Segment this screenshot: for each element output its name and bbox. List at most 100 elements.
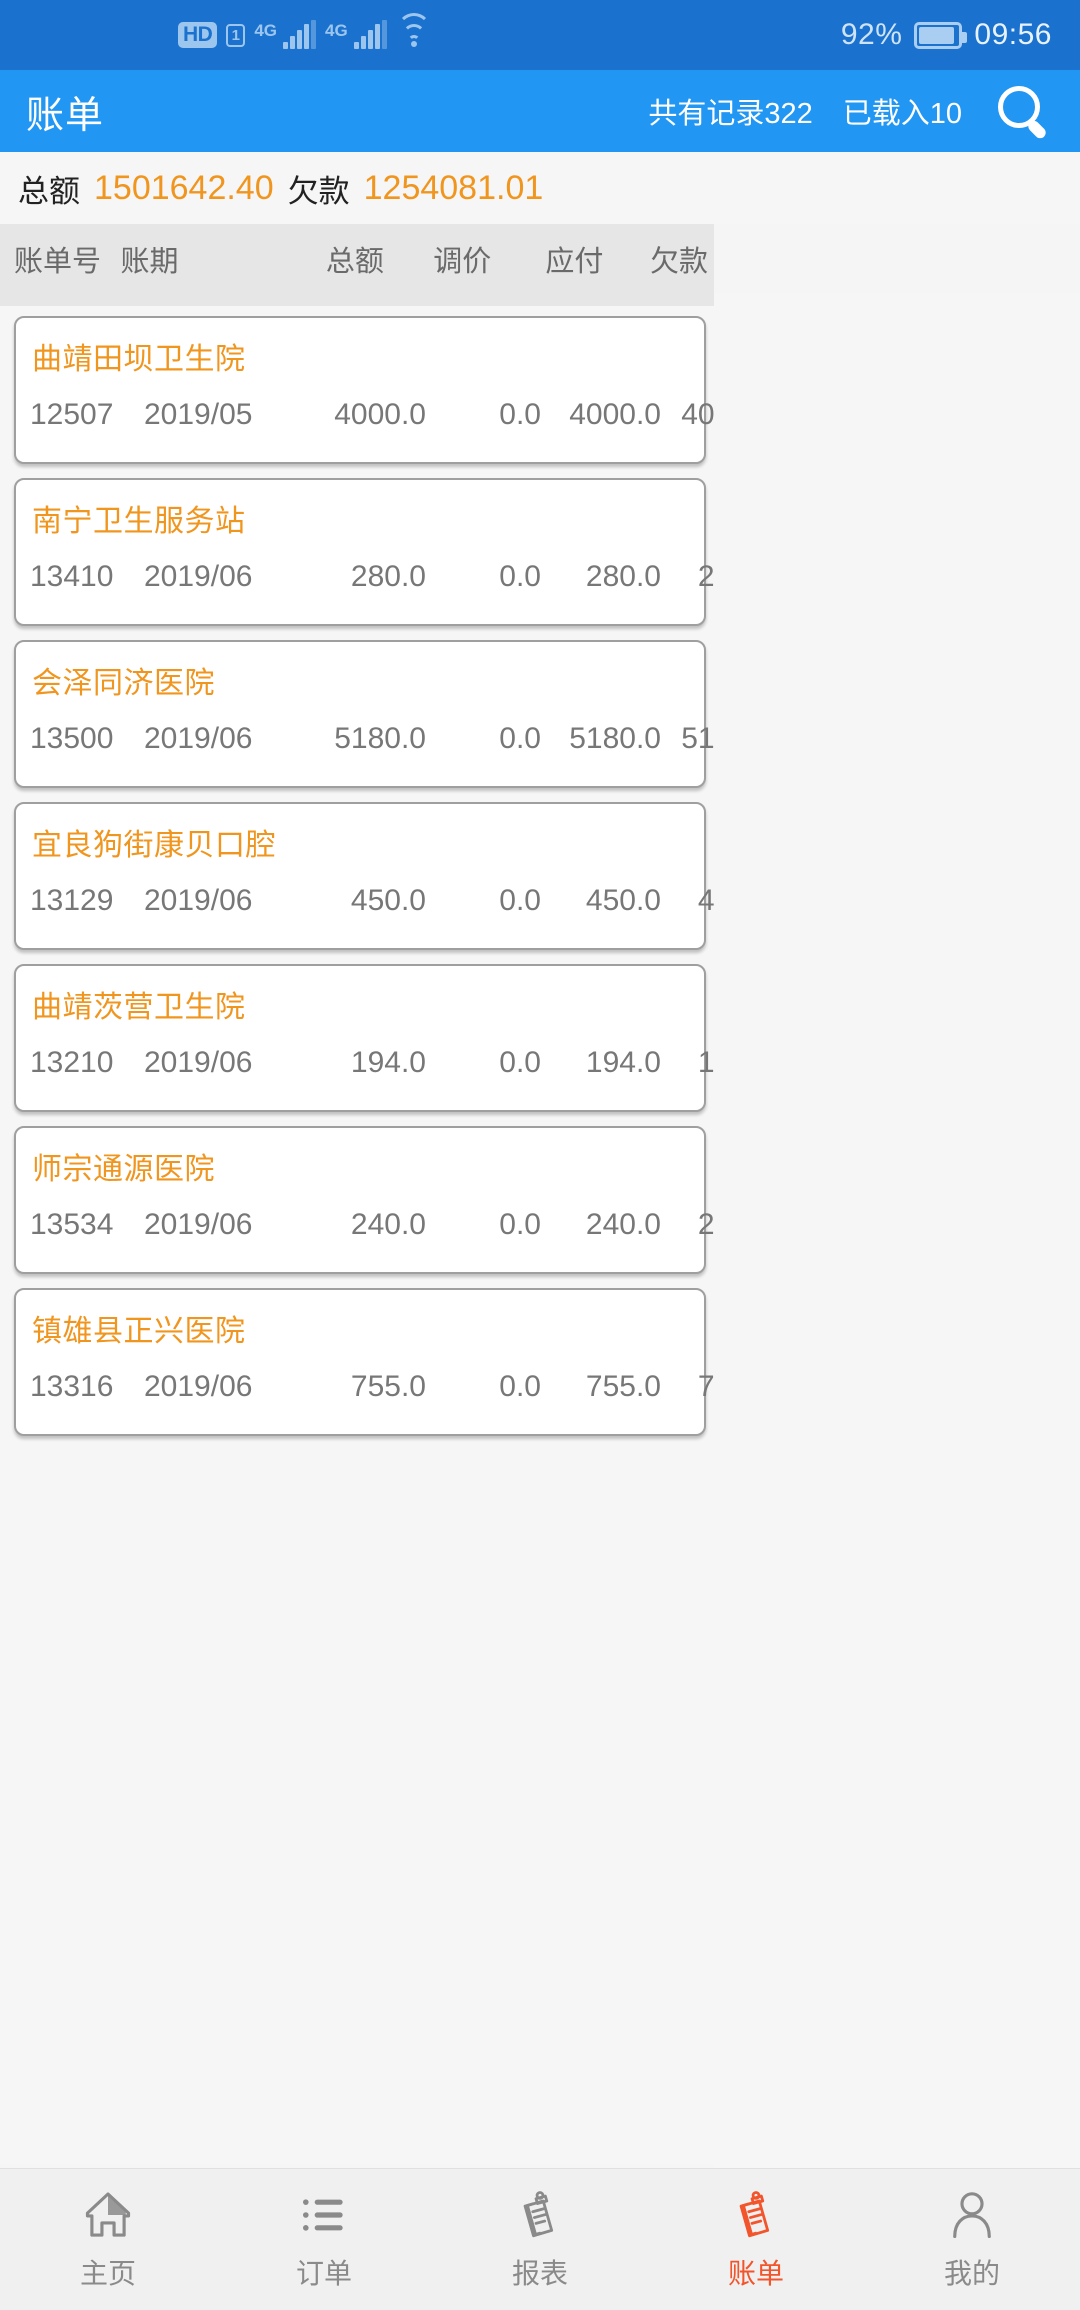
bill-payable-cell: 240.0 xyxy=(585,1208,661,1241)
table-row[interactable]: 曲靖茨营卫生院 13210 2019/06 194.0 0.0 194.0 194.0 xyxy=(14,964,714,1112)
bill-no-cell: 13534 xyxy=(30,1208,114,1241)
report-clipboard-icon xyxy=(523,2191,554,2238)
bill-debt-cell: 280.0 xyxy=(697,560,714,593)
column-header-bill-no: 账单号 xyxy=(14,246,102,278)
bill-customer-name: 宜良狗街康贝口腔 xyxy=(32,829,276,862)
app-bar: 账单 共有记录322 已载入10 xyxy=(0,70,1080,152)
nav-label-reports: 报表 xyxy=(511,2258,568,2289)
bill-values-row: 13534 2019/06 240.0 0.0 240.0 240.0 xyxy=(16,1208,714,1242)
status-bar: HD 1 4G 4G 92% 09:56 xyxy=(0,0,1080,70)
bill-total-cell: 280.0 xyxy=(350,560,426,593)
network-type-label-1: 4G xyxy=(254,21,278,40)
column-header-debt: 欠款 xyxy=(649,246,708,278)
nav-item-orders[interactable]: 订单 xyxy=(216,2187,432,2292)
bill-period-cell: 2019/05 xyxy=(144,398,253,431)
person-icon xyxy=(953,2192,991,2239)
bill-customer-name: 南宁卫生服务站 xyxy=(32,505,246,538)
bill-total-cell: 194.0 xyxy=(350,1046,426,1079)
summary-total-value: 1501642.40 xyxy=(94,168,274,207)
bill-adjust-cell: 0.0 xyxy=(499,1370,541,1403)
bill-period-cell: 2019/06 xyxy=(144,1370,253,1403)
bill-values-row: 13129 2019/06 450.0 0.0 450.0 450.0 xyxy=(16,884,714,918)
bill-payable-cell: 5180.0 xyxy=(569,722,661,755)
bill-payable-cell: 4000.0 xyxy=(569,398,661,431)
bill-no-cell: 12507 xyxy=(30,398,114,431)
table-row[interactable]: 宜良狗街康贝口腔 13129 2019/06 450.0 0.0 450.0 450.0 xyxy=(14,802,714,950)
list-icon xyxy=(303,2199,343,2231)
home-icon xyxy=(85,2192,131,2237)
nav-label-profile: 我的 xyxy=(943,2258,1000,2289)
bill-list-viewport[interactable]: 账单号 账期 总额 调价 应付 欠款 曲靖田坝卫生院 12507 2019/05 40… xyxy=(0,224,714,2164)
table-row[interactable]: 曲靖田坝卫生院 12507 2019/05 4000.0 0.0 4000.0 4000.0 xyxy=(14,316,714,464)
bill-clipboard-icon xyxy=(739,2191,770,2238)
summary-debt-label: 欠款 xyxy=(287,173,350,209)
signal-icon-1: 4G xyxy=(254,20,317,49)
bill-customer-name: 会泽同济医院 xyxy=(32,667,215,700)
nav-label-bills: 账单 xyxy=(727,2258,784,2289)
bill-total-cell: 755.0 xyxy=(350,1370,426,1403)
table-row[interactable]: 镇雄县正兴医院 13316 2019/06 755.0 0.0 755.0 755.0 xyxy=(14,1288,714,1436)
bill-customer-name: 镇雄县正兴医院 xyxy=(32,1315,246,1348)
search-button[interactable] xyxy=(986,74,1060,148)
bill-debt-cell: 194.0 xyxy=(697,1046,714,1079)
bill-payable-cell: 755.0 xyxy=(585,1370,661,1403)
bill-payable-cell: 280.0 xyxy=(585,560,661,593)
bill-no-cell: 13316 xyxy=(30,1370,114,1403)
nav-item-bills[interactable]: 账单 xyxy=(648,2187,864,2292)
bill-debt-cell: 240.0 xyxy=(697,1208,714,1241)
clock-label: 09:56 xyxy=(974,18,1052,51)
status-bar-right-icons: 92% 09:56 xyxy=(841,18,1052,52)
sim-icon: 1 xyxy=(226,23,246,47)
bill-total-cell: 240.0 xyxy=(350,1208,426,1241)
summary-debt-value: 1254081.01 xyxy=(363,168,544,207)
nav-item-reports[interactable]: 报表 xyxy=(432,2187,648,2292)
app-bar-meta: 共有记录322 已载入10 xyxy=(648,90,962,132)
nav-label-orders: 订单 xyxy=(295,2258,352,2289)
column-header-total: 总额 xyxy=(325,246,384,278)
bill-period-cell: 2019/06 xyxy=(144,1208,253,1241)
nav-label-home: 主页 xyxy=(79,2258,136,2289)
table-row[interactable]: 会泽同济医院 13500 2019/06 5180.0 0.0 5180.0 5180.0 xyxy=(14,640,714,788)
column-header-payable: 应付 xyxy=(545,246,604,278)
hd-icon: HD xyxy=(178,22,218,48)
bill-values-row: 13410 2019/06 280.0 0.0 280.0 280.0 xyxy=(16,560,714,594)
status-bar-left-icons: HD 1 4G 4G xyxy=(178,13,432,49)
bill-no-cell: 13500 xyxy=(30,722,114,755)
nav-item-home[interactable]: 主页 xyxy=(0,2187,216,2292)
bill-customer-name: 师宗通源医院 xyxy=(32,1153,215,1186)
bill-customer-name: 曲靖田坝卫生院 xyxy=(32,343,246,376)
bill-period-cell: 2019/06 xyxy=(144,1046,253,1079)
bill-period-cell: 2019/06 xyxy=(144,884,253,917)
bill-period-cell: 2019/06 xyxy=(144,560,253,593)
bill-total-cell: 4000.0 xyxy=(334,398,426,431)
wifi-icon xyxy=(396,13,432,49)
battery-percent-label: 92% xyxy=(840,18,903,51)
summary-total-label: 总额 xyxy=(18,173,80,209)
bill-debt-cell: 450.0 xyxy=(697,884,714,917)
bill-debt-cell: 4000.0 xyxy=(681,398,714,431)
table-row[interactable]: 师宗通源医院 13534 2019/06 240.0 0.0 240.0 240.0 xyxy=(14,1126,714,1274)
nav-item-profile[interactable]: 我的 xyxy=(864,2187,1080,2292)
search-icon xyxy=(998,86,1048,141)
table-row[interactable]: 南宁卫生服务站 13410 2019/06 280.0 0.0 280.0 280.0 xyxy=(14,478,714,626)
bill-card-list: 曲靖田坝卫生院 12507 2019/05 4000.0 0.0 4000.0 4000.0… xyxy=(0,316,714,1436)
page-title: 账单 xyxy=(26,94,105,137)
bill-total-cell: 450.0 xyxy=(350,884,426,917)
bill-values-row: 13500 2019/06 5180.0 0.0 5180.0 5180.0 xyxy=(16,722,714,756)
bill-total-cell: 5180.0 xyxy=(334,722,426,755)
bill-no-cell: 13210 xyxy=(30,1046,114,1079)
bill-adjust-cell: 0.0 xyxy=(499,398,541,431)
network-type-label-2: 4G xyxy=(325,21,348,40)
table-header-row: 账单号 账期 总额 调价 应付 欠款 xyxy=(0,224,714,306)
bill-adjust-cell: 0.0 xyxy=(499,1046,541,1079)
battery-icon xyxy=(914,21,968,49)
bill-payable-cell: 194.0 xyxy=(585,1046,661,1079)
bill-values-row: 13316 2019/06 755.0 0.0 755.0 755.0 xyxy=(16,1370,714,1404)
signal-icon-2: 4G xyxy=(325,20,387,49)
total-records-label: 共有记录322 xyxy=(648,98,813,130)
bill-period-cell: 2019/06 xyxy=(144,722,253,755)
column-header-adjust: 调价 xyxy=(433,246,492,278)
bill-values-row: 12507 2019/05 4000.0 0.0 4000.0 4000.0 xyxy=(16,398,714,432)
summary-bar: 总额 1501642.40 欠款 1254081.01 xyxy=(0,152,1080,224)
signal-bars-2 xyxy=(353,20,387,49)
